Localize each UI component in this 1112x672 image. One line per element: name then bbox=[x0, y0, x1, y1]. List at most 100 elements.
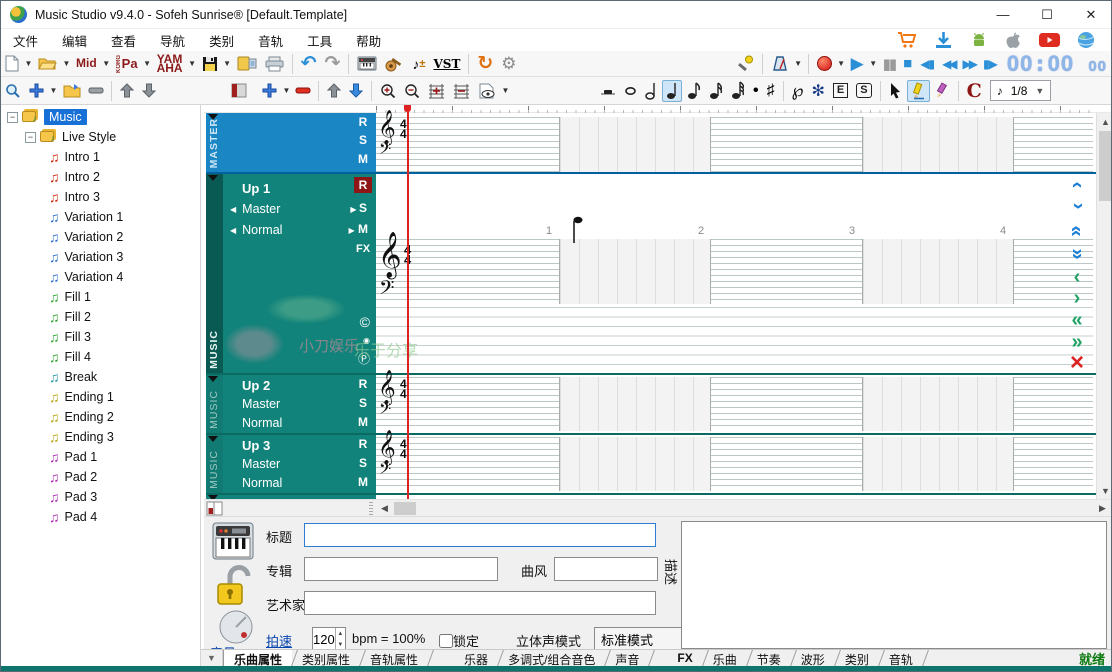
arrow-left-icon[interactable]: ◀ bbox=[230, 205, 236, 214]
up1-track-header[interactable]: MUSIC Up 1 ◀Master▶ ◀Normal▶ R S M FX © … bbox=[206, 174, 376, 373]
ornament-button[interactable]: ℘ bbox=[789, 80, 807, 102]
microphone-button[interactable] bbox=[735, 53, 757, 75]
menu-edit[interactable]: 编辑 bbox=[50, 29, 99, 52]
pause-button[interactable]: ▮▮ bbox=[880, 53, 899, 75]
refresh-button[interactable]: ↻ bbox=[474, 53, 496, 75]
music-group-strip[interactable]: MUSIC bbox=[206, 375, 223, 433]
add-category-dropdown[interactable]: ▼ bbox=[49, 80, 58, 102]
collapse-icon[interactable]: − bbox=[7, 112, 18, 123]
tab-list-dropdown[interactable]: ▼ bbox=[201, 650, 223, 666]
transpose-note-button[interactable]: ♪± bbox=[409, 53, 428, 75]
track-normal-row[interactable]: Normal bbox=[242, 416, 282, 430]
track-master-row[interactable]: Master bbox=[242, 397, 280, 411]
tree-item-variation-2[interactable]: ♫Variation 2 bbox=[1, 227, 200, 247]
zoom-in-button[interactable] bbox=[377, 80, 399, 102]
track-normal-row[interactable]: ◀Normal▶ bbox=[230, 223, 355, 237]
move-category-up-button[interactable] bbox=[117, 80, 137, 102]
track-title[interactable]: Up 2 bbox=[242, 378, 270, 393]
tree-item-break[interactable]: ♫Break bbox=[1, 367, 200, 387]
lock-checkbox[interactable] bbox=[439, 634, 453, 648]
page-down-button[interactable]: « bbox=[1062, 244, 1092, 265]
sixteenth-note-button[interactable] bbox=[706, 80, 726, 102]
scroll-up-button[interactable]: ▲ bbox=[1097, 113, 1112, 130]
collapse-staff-button[interactable] bbox=[450, 80, 473, 102]
tree-item-pad-1[interactable]: ♫Pad 1 bbox=[1, 447, 200, 467]
piano-keyboard-button[interactable] bbox=[354, 53, 380, 75]
settings-gear-button[interactable]: ⚙ bbox=[498, 53, 519, 75]
track-title[interactable]: Up 3 bbox=[242, 438, 270, 453]
jump-left-button[interactable]: « bbox=[1062, 310, 1092, 331]
scroll-down-button[interactable]: ▼ bbox=[1097, 482, 1112, 499]
master-mute-button[interactable]: M bbox=[354, 152, 372, 166]
tempo-spinner[interactable]: 120 ▲▼ bbox=[312, 627, 346, 651]
up3-solo-button[interactable]: S bbox=[354, 456, 372, 470]
up1-solo-button[interactable]: S bbox=[354, 201, 372, 215]
step-right-button[interactable]: › bbox=[1062, 288, 1092, 309]
collapse-triangle-icon[interactable] bbox=[208, 175, 218, 181]
maximize-button[interactable]: ☐ bbox=[1025, 1, 1069, 28]
scroll-left-button[interactable]: ◀ bbox=[376, 500, 393, 517]
master-record-button[interactable]: R bbox=[354, 115, 372, 129]
paste-category-button[interactable] bbox=[60, 80, 84, 102]
track-title[interactable]: Up 1 bbox=[242, 181, 270, 196]
export-device-button[interactable] bbox=[234, 53, 260, 75]
menu-navigate[interactable]: 导航 bbox=[148, 29, 197, 52]
up3-mute-button[interactable]: M bbox=[354, 475, 372, 489]
toggle-header-panel-button[interactable] bbox=[228, 80, 250, 102]
master-solo-button[interactable]: S bbox=[354, 133, 372, 147]
fast-forward-button[interactable]: ▶▶ bbox=[960, 53, 978, 75]
unlocked-padlock-icon[interactable] bbox=[216, 563, 254, 609]
tree-item-ending-3[interactable]: ♫Ending 3 bbox=[1, 427, 200, 447]
step-forward-button[interactable]: ▮▶ bbox=[980, 53, 1000, 75]
remove-track-button[interactable] bbox=[293, 80, 313, 102]
expand-staff-button[interactable] bbox=[425, 80, 448, 102]
tab-track-properties[interactable]: 音轨属性 bbox=[360, 650, 428, 666]
step-left-button[interactable]: ‹ bbox=[1062, 267, 1092, 288]
record-button[interactable] bbox=[814, 53, 835, 75]
midi-import-button[interactable]: Mid bbox=[73, 53, 100, 75]
minimize-button[interactable]: — bbox=[981, 1, 1025, 28]
undo-button[interactable]: ↶ bbox=[298, 53, 320, 75]
tab-track[interactable]: 音轨 bbox=[879, 650, 923, 666]
move-track-down-button[interactable] bbox=[346, 80, 366, 102]
note-event[interactable] bbox=[570, 216, 584, 244]
scrollbar-thumb[interactable] bbox=[1099, 131, 1112, 201]
tree-item-fill-3[interactable]: ♫Fill 3 bbox=[1, 327, 200, 347]
dot-mark[interactable]: ◉ bbox=[363, 336, 370, 345]
pencil-tool-button[interactable] bbox=[907, 80, 930, 102]
tree-item-intro-1[interactable]: ♫Intro 1 bbox=[1, 147, 200, 167]
dot-button[interactable]: • bbox=[750, 80, 762, 102]
yamaha-button[interactable]: YAMAHA bbox=[154, 53, 186, 75]
spin-up-icon[interactable]: ▲ bbox=[336, 628, 345, 639]
midi-dropdown[interactable]: ▼ bbox=[102, 53, 111, 75]
tab-sound[interactable]: 声音 bbox=[605, 650, 649, 666]
up1-mute-button[interactable]: M bbox=[354, 222, 372, 236]
menu-tools[interactable]: 工具 bbox=[295, 29, 344, 52]
quarter-note-button[interactable] bbox=[662, 80, 682, 102]
menu-category[interactable]: 类别 bbox=[197, 29, 246, 52]
youtube-icon[interactable] bbox=[1039, 32, 1060, 48]
master-track-header[interactable]: MASTER R S M bbox=[206, 113, 376, 172]
half-rest-button[interactable] bbox=[597, 80, 619, 102]
collapse-triangle-icon[interactable] bbox=[208, 376, 218, 382]
horizontal-scrollbar[interactable]: ◀ ▶ bbox=[204, 499, 1112, 516]
previous-button[interactable]: ◀▮ bbox=[917, 53, 937, 75]
open-file-dropdown[interactable]: ▼ bbox=[62, 53, 71, 75]
track-master-row[interactable]: ◀Master▶ bbox=[230, 202, 357, 216]
add-track-button[interactable] bbox=[259, 80, 280, 102]
up3-track-header[interactable]: MUSIC Up 3 Master Normal R S M bbox=[206, 435, 376, 493]
guitar-button[interactable] bbox=[382, 53, 407, 75]
tree-item-music[interactable]: − Music bbox=[1, 107, 200, 127]
save-dropdown[interactable]: ▼ bbox=[223, 53, 232, 75]
globe-icon[interactable] bbox=[1077, 31, 1095, 49]
move-track-up-button[interactable] bbox=[324, 80, 344, 102]
music-group-strip[interactable]: MUSIC bbox=[206, 174, 223, 373]
tree-item-fill-4[interactable]: ♫Fill 4 bbox=[1, 347, 200, 367]
apple-icon[interactable] bbox=[1005, 31, 1022, 49]
marker-color-icon[interactable] bbox=[207, 502, 222, 515]
android-icon[interactable] bbox=[970, 31, 988, 49]
korg-dropdown[interactable]: ▼ bbox=[143, 53, 152, 75]
up3-record-button[interactable]: R bbox=[354, 437, 372, 451]
vertical-scrollbar[interactable]: ▲ ▼ bbox=[1096, 113, 1112, 499]
tab-category-properties[interactable]: 类别属性 bbox=[292, 650, 360, 666]
